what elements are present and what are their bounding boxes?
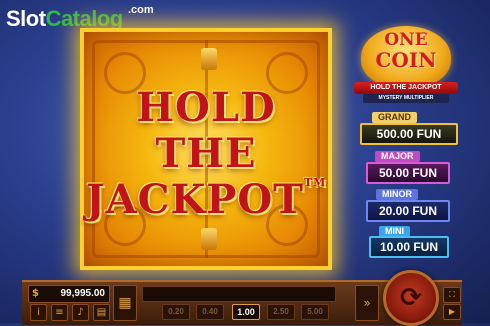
jackpot-major-value: 50.00 FUN [366,162,450,184]
watermark-com-text: .com [128,4,154,16]
headline-the: THE [155,130,257,177]
bet-option[interactable]: 5.00 [301,304,329,320]
jackpot-major-label: MAJOR [375,151,420,162]
bet-menu-button[interactable]: ▦ [113,285,137,321]
fullscreen-icon: ⛶ [449,290,455,299]
bet-option[interactable]: 2.50 [267,304,295,320]
turbo-icon: ▶ [448,307,456,316]
jackpot-minor-label: MINOR [376,189,418,200]
spin-button[interactable]: ⟳ [383,270,439,326]
headline-hold: HOLD [136,84,276,131]
bet-track [142,286,336,302]
autoplay-icon: » [363,296,371,310]
jackpot-grand-label: GRAND [372,112,417,123]
bet-option[interactable]: 0.40 [196,304,224,320]
autoplay-button[interactable]: » [355,285,379,321]
bet-option[interactable]: 0.20 [162,304,190,320]
fullscreen-button[interactable]: ⛶ [443,287,461,303]
paytable-icon: ▤ [96,307,107,318]
bet-option-selected[interactable]: 1.00 [232,304,260,320]
bet-menu-icon: ▦ [118,295,132,311]
info-icon: i [37,307,40,318]
balance-display: $ 99,995.00 [28,285,110,303]
sound-icon: ♪ [77,307,84,318]
logo-coin-text: COIN [375,48,437,72]
headline-jackpot-text: JACKPOT [85,176,304,223]
trademark-mark: TM [303,176,327,189]
jackpot-grand-value: 500.00 FUN [360,123,458,145]
door-top-handle [201,48,218,70]
info-button[interactable]: i [30,304,47,321]
hold-the-jackpot-door: HOLD THE JACKPOTTM [80,28,332,270]
turbo-button[interactable]: ▶ [443,304,461,320]
balance-value: 99,995.00 [60,288,106,299]
jackpot-mini-value: 10.00 FUN [369,236,449,258]
door-bottom-handle [201,228,218,250]
logo-ribbon: HOLD THE JACKPOT [354,82,458,94]
logo-one-text: ONE [384,30,428,50]
money-bag-icon: $ [32,288,39,299]
menu-icon: ≡ [55,307,64,318]
headline-jackpot: JACKPOTTM [84,176,328,223]
watermark-slot-text: Slot [6,6,46,31]
sound-button[interactable]: ♪ [72,304,89,321]
jackpot-minor-value: 20.00 FUN [366,200,450,222]
logo-subtitle: MYSTERY MULTIPLIER [363,94,449,103]
paytable-button[interactable]: ▤ [93,304,110,321]
menu-button[interactable]: ≡ [51,304,68,321]
spin-icon: ⟳ [400,283,422,313]
